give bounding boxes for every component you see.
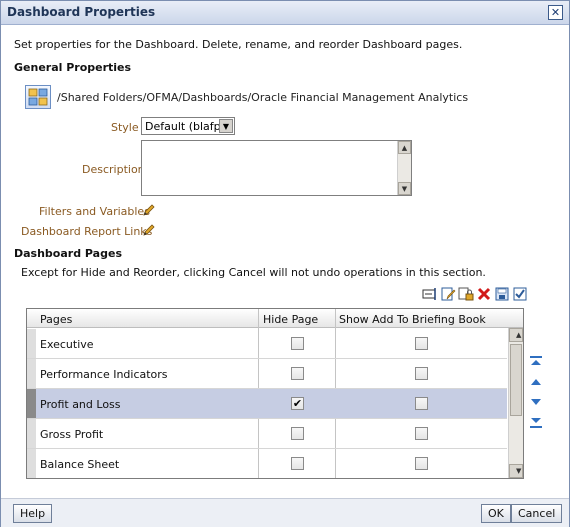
dialog-footer: Help OK Cancel <box>1 498 569 527</box>
style-select[interactable]: Default (blafp) ▼ <box>141 117 235 135</box>
page-name: Gross Profit <box>40 428 104 441</box>
column-header-briefing-book[interactable]: Show Add To Briefing Book <box>339 313 486 326</box>
dashboard-report-links-label: Dashboard Report Links <box>21 225 153 238</box>
move-down-icon[interactable] <box>529 395 543 409</box>
cancel-button[interactable]: Cancel <box>511 504 563 523</box>
scroll-up-icon[interactable]: ▲ <box>509 328 523 342</box>
delete-icon[interactable] <box>476 286 492 302</box>
edit-report-links-pencil-icon[interactable] <box>142 223 156 237</box>
scroll-thumb[interactable] <box>510 344 522 416</box>
filters-and-variables-label: Filters and Variables <box>39 205 150 218</box>
briefing-book-checkbox[interactable] <box>415 457 428 470</box>
intro-text: Set properties for the Dashboard. Delete… <box>14 38 463 51</box>
page-name: Profit and Loss <box>40 398 121 411</box>
help-button[interactable]: Help <box>13 504 53 523</box>
page-name: Performance Indicators <box>40 368 168 381</box>
row-drag-handle[interactable] <box>27 359 36 388</box>
move-to-top-icon[interactable] <box>529 355 543 369</box>
scroll-down-icon[interactable]: ▼ <box>398 182 411 195</box>
briefing-book-checkbox[interactable] <box>415 397 428 410</box>
hide-page-checkbox[interactable] <box>291 427 304 440</box>
column-header-pages[interactable]: Pages <box>40 313 72 326</box>
pages-table: Pages Hide Page Show Add To Briefing Boo… <box>26 308 524 479</box>
move-to-bottom-icon[interactable] <box>529 415 543 429</box>
hide-page-checkbox[interactable] <box>291 457 304 470</box>
chevron-down-icon[interactable]: ▼ <box>219 119 233 133</box>
page-name: Balance Sheet <box>40 458 120 471</box>
row-drag-handle[interactable] <box>27 419 36 448</box>
table-row[interactable]: Performance Indicators <box>27 359 507 389</box>
style-label: Style <box>111 121 139 134</box>
dashboard-path: /Shared Folders/OFMA/Dashboards/Oracle F… <box>57 91 469 104</box>
hide-page-checkbox[interactable] <box>291 337 304 350</box>
description-scrollbar[interactable]: ▲ ▼ <box>397 141 411 195</box>
row-drag-handle[interactable] <box>27 449 36 478</box>
edit-filters-pencil-icon[interactable] <box>142 203 156 217</box>
table-row[interactable]: Gross Profit <box>27 419 507 449</box>
hide-page-checkbox[interactable] <box>291 367 304 380</box>
page-name: Executive <box>40 338 94 351</box>
close-button[interactable]: ✕ <box>548 5 563 20</box>
description-field[interactable]: ▲ ▼ <box>141 140 412 196</box>
ok-button[interactable]: OK <box>481 504 511 523</box>
title-bar: Dashboard Properties ✕ <box>1 1 569 25</box>
dialog-title: Dashboard Properties <box>7 5 156 19</box>
permissions-icon[interactable] <box>458 286 474 302</box>
rename-icon[interactable] <box>422 286 438 302</box>
table-row[interactable]: Executive <box>27 329 507 359</box>
description-label: Description <box>82 163 145 176</box>
table-row[interactable]: Profit and Loss ✔ <box>27 389 507 419</box>
briefing-book-checkbox[interactable] <box>415 427 428 440</box>
validate-icon[interactable] <box>512 286 528 302</box>
save-as-icon[interactable] <box>494 286 510 302</box>
column-header-hide-page[interactable]: Hide Page <box>263 313 318 326</box>
row-drag-handle[interactable] <box>27 389 36 418</box>
pages-table-header: Pages Hide Page Show Add To Briefing Boo… <box>27 309 523 328</box>
scroll-down-icon[interactable]: ▼ <box>509 464 523 478</box>
style-select-value: Default (blafp) <box>145 120 225 133</box>
scroll-up-icon[interactable]: ▲ <box>398 141 411 154</box>
dashboard-properties-dialog: Dashboard Properties ✕ Set properties fo… <box>0 0 570 527</box>
hide-page-checkbox[interactable]: ✔ <box>291 397 304 410</box>
pages-table-scrollbar[interactable]: ▲ ▼ <box>508 328 523 478</box>
dashboard-icon <box>25 85 51 109</box>
move-up-icon[interactable] <box>529 375 543 389</box>
row-drag-handle[interactable] <box>27 329 36 358</box>
properties-icon[interactable] <box>440 286 456 302</box>
general-properties-heading: General Properties <box>14 61 132 74</box>
briefing-book-checkbox[interactable] <box>415 337 428 350</box>
table-row[interactable]: Balance Sheet <box>27 449 507 478</box>
dashboard-pages-heading: Dashboard Pages <box>14 247 122 260</box>
briefing-book-checkbox[interactable] <box>415 367 428 380</box>
pages-note: Except for Hide and Reorder, clicking Ca… <box>21 266 486 279</box>
